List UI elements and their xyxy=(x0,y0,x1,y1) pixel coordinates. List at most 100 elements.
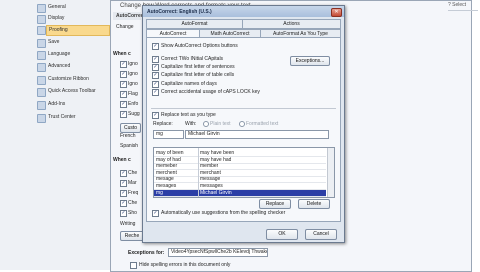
suggestions-checkbox[interactable]: ✓ xyxy=(152,210,159,217)
nav-item-icon xyxy=(37,51,46,60)
autocorrect-option-label: Show AutoCorrect Options buttons xyxy=(161,43,238,49)
replace-button[interactable]: Replace xyxy=(259,199,291,209)
tab-actions[interactable]: Actions xyxy=(242,19,341,29)
nav-item-proofing[interactable]: Proofing xyxy=(46,25,110,36)
when-correcting-label: When c xyxy=(113,51,131,57)
office-option-checkbox[interactable]: ✓ xyxy=(120,111,127,118)
nav-item-quick-access-toolbar[interactable]: Quick Access Toolbar xyxy=(48,87,96,96)
entry-replace-text: mesages xyxy=(156,183,177,189)
office-option-checkbox[interactable]: ✓ xyxy=(120,81,127,88)
dialog-title: AutoCorrect: English (U.S.) xyxy=(147,9,212,15)
office-option-label: Enfo xyxy=(128,101,139,107)
autocorrect-option-checkbox[interactable]: ✓ xyxy=(152,89,159,96)
exceptions-button[interactable]: Exceptions... xyxy=(290,56,330,66)
suggestions-label: Automatically use suggestions from the s… xyxy=(161,210,286,216)
nav-item-icon xyxy=(37,88,46,97)
change-label: Change xyxy=(116,24,134,30)
entry-replace-text: mesage xyxy=(156,176,174,183)
office-option-label: Sugg xyxy=(128,111,140,117)
nav-item-trust-center[interactable]: Trust Center xyxy=(48,113,76,122)
options-nav: General Display Proofing Save Language Advanc… xyxy=(0,0,111,270)
word-option-checkbox[interactable]: ✓ xyxy=(120,170,127,177)
autocorrect-dialog: AutoCorrect: English (U.S.) ✕ AutoFormat… xyxy=(142,5,345,243)
nav-item-icon xyxy=(37,101,46,110)
writing-style-label: Writing xyxy=(120,221,136,227)
entry-replace-text: memeber xyxy=(156,163,178,170)
autocorrect-option-checkbox[interactable]: ✓ xyxy=(152,72,159,79)
ok-button[interactable]: OK xyxy=(266,229,298,240)
help-divider xyxy=(448,10,478,11)
entry-with-text: member xyxy=(200,163,219,170)
list-scrollbar[interactable] xyxy=(327,148,334,197)
exceptions-for-label: Exceptions for: xyxy=(128,250,165,256)
delete-button[interactable]: Delete xyxy=(298,199,330,209)
word-option-checkbox[interactable]: ✓ xyxy=(120,190,127,197)
replace-input[interactable]: mg xyxy=(153,130,184,139)
plain-text-radio[interactable] xyxy=(203,121,209,127)
entry-with-text: merchant xyxy=(200,169,221,176)
word-option-checkbox[interactable]: ✓ xyxy=(120,200,127,207)
help-select[interactable]: ? Select xyxy=(448,2,466,8)
office-option-label: Igno xyxy=(128,81,138,87)
with-input[interactable]: Michael Girvin xyxy=(185,130,329,139)
entry-with-text: message xyxy=(200,176,221,183)
word-option-checkbox[interactable]: ✓ xyxy=(120,180,127,187)
replace-text-label: Replace text as you type xyxy=(161,112,216,118)
autocorrect-option-label: Capitalize first letter of table cells xyxy=(161,72,235,78)
hide-errors-checkbox[interactable] xyxy=(130,262,137,269)
replace-text-checkbox[interactable]: ✓ xyxy=(152,112,159,119)
recheck-document-button[interactable]: Reche xyxy=(120,231,144,241)
exceptions-document-select[interactable]: Video4YpsecNfSpwllChe2b KElevdj Thwake..… xyxy=(168,248,268,257)
list-item[interactable]: mg Michael Girvin xyxy=(154,189,326,197)
hide-errors-label: Hide spelling errors in this document on… xyxy=(139,262,231,268)
nav-item-add-ins[interactable]: Add-Ins xyxy=(48,100,65,109)
entry-replace-text: may of been xyxy=(156,150,184,156)
nav-item-language[interactable]: Language xyxy=(48,50,70,59)
nav-item-save[interactable]: Save xyxy=(48,38,59,47)
dialog-close-icon[interactable]: ✕ xyxy=(331,8,342,17)
entry-with-text: Michael Girvin xyxy=(200,189,232,196)
autocorrect-option-label: Capitalize first letter of sentences xyxy=(161,64,235,70)
office-option-checkbox[interactable]: ✓ xyxy=(120,71,127,78)
plain-text-label: Plain text xyxy=(210,121,231,127)
formatted-text-radio[interactable] xyxy=(239,121,245,127)
autocorrect-section-header: AutoCorrect xyxy=(113,12,145,20)
word-option-label: Che xyxy=(128,170,138,176)
nav-item-icon xyxy=(37,63,46,72)
nav-item-customize-ribbon[interactable]: Customize Ribbon xyxy=(48,75,89,84)
entry-replace-text: may of had xyxy=(156,156,181,163)
separator xyxy=(151,108,336,109)
office-option-label: Igno xyxy=(128,71,138,77)
entry-replace-text: mg xyxy=(156,189,163,196)
office-option-label: Flag xyxy=(128,91,138,97)
autocorrect-option-checkbox[interactable]: ✓ xyxy=(152,43,159,50)
nav-item-icon xyxy=(37,4,46,13)
office-option-checkbox[interactable]: ✓ xyxy=(120,101,127,108)
entry-with-text: messages xyxy=(200,183,223,189)
autocorrect-option-label: Capitalize names of days xyxy=(161,81,217,87)
word-option-checkbox[interactable]: ✓ xyxy=(120,210,127,217)
nav-item-icon xyxy=(37,114,46,123)
word-option-label: Sho xyxy=(128,210,137,216)
autocorrect-option-checkbox[interactable]: ✓ xyxy=(152,81,159,88)
dialog-titlebar: AutoCorrect: English (U.S.) ✕ xyxy=(143,6,344,17)
autocorrect-entries-list[interactable]: may of been may have been may of had may ha… xyxy=(153,147,335,198)
formatted-text-label: Formatted text xyxy=(246,121,279,127)
autocorrect-option-checkbox[interactable]: ✓ xyxy=(152,56,159,63)
nav-item-icon xyxy=(37,15,46,24)
tab-autoformat[interactable]: AutoFormat xyxy=(146,19,243,29)
office-option-checkbox[interactable]: ✓ xyxy=(120,61,127,68)
with-label: With: xyxy=(185,121,197,127)
nav-item-general[interactable]: General xyxy=(48,3,66,12)
entry-replace-text: merchent xyxy=(156,169,177,176)
cancel-button[interactable]: Cancel xyxy=(305,229,337,240)
office-option-checkbox[interactable]: ✓ xyxy=(120,91,127,98)
nav-item-advanced[interactable]: Advanced xyxy=(48,62,70,71)
autocorrect-panel: ✓ Show AutoCorrect Options buttons ✓ Correc… xyxy=(146,37,341,222)
autocorrect-option-label: Correct TWo INitial CApitals xyxy=(161,56,224,62)
word-option-label: Freq xyxy=(128,190,139,196)
custom-dictionaries-button[interactable]: Custo xyxy=(120,123,141,133)
nav-item-icon xyxy=(37,76,46,85)
autocorrect-option-checkbox[interactable]: ✓ xyxy=(152,64,159,71)
nav-item-display[interactable]: Display xyxy=(48,14,64,23)
